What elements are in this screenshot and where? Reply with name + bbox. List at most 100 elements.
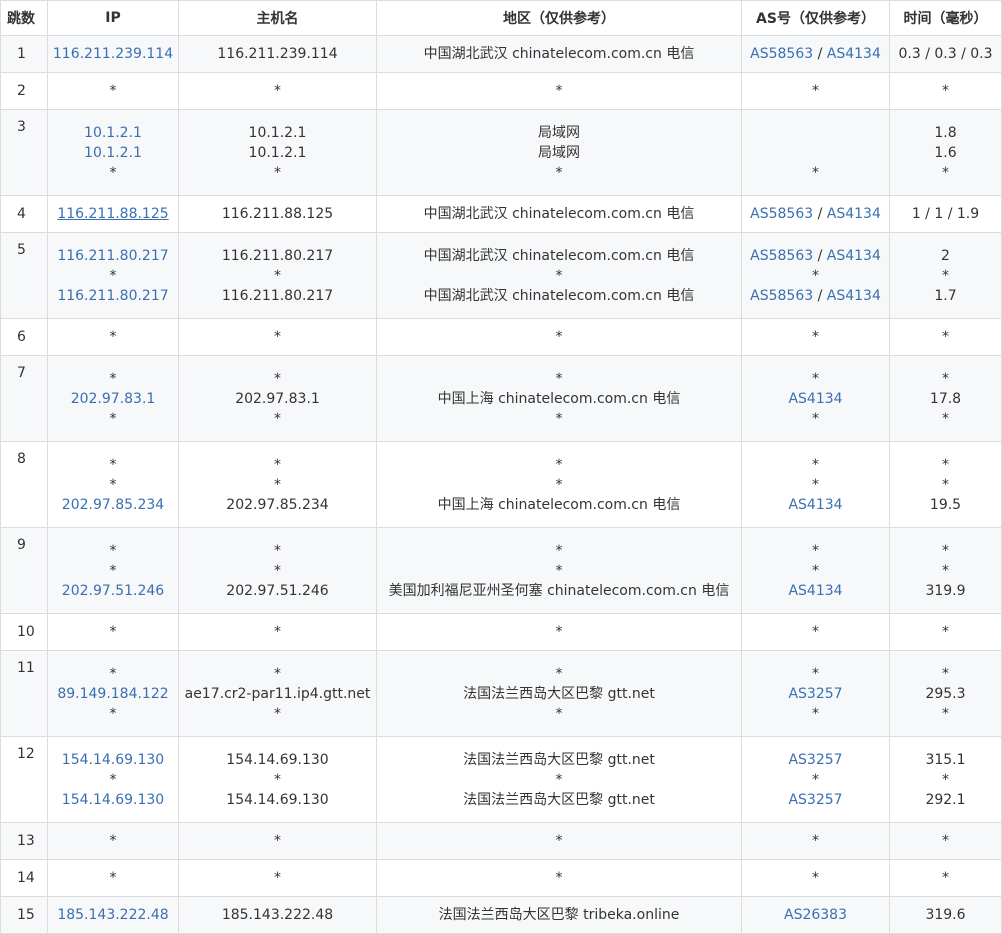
hostname-text: 154.14.69.130 [226,791,329,808]
as-link[interactable]: AS4134 [788,391,842,407]
ip-link[interactable]: 185.143.222.48 [48,905,178,925]
hop-number: 1 [0,35,48,73]
region-text: * [555,370,563,387]
hostname-text: 116.211.88.125 [221,206,334,222]
ip-link[interactable]: 202.97.85.234 [48,495,178,515]
hop-number: 5 [0,232,48,319]
region-text: * [555,542,563,559]
ip-link[interactable]: 10.1.2.1 [48,123,178,143]
time-text: 1.6 [934,144,957,161]
hop-number: 10 [0,613,48,651]
as-cell: * [741,318,890,356]
as-text: * [812,83,819,99]
as-link[interactable]: AS4134 [827,248,881,264]
ip-link: * [109,771,117,788]
ip-link[interactable]: 202.97.51.246 [48,581,178,601]
hop-number: 14 [0,859,48,897]
time-text: * [942,476,949,493]
region-text: * [555,456,563,473]
table-row: 11 * 89.149.184.122 * * ae17.cr2-par11.ip4.gt… [0,650,1002,737]
as-link[interactable]: AS26383 [784,907,847,923]
as-text: * [812,771,819,788]
header-hop: 跳数 [0,0,48,36]
region-text: * [555,705,563,722]
region-text: * [555,267,563,284]
hop-number: 11 [0,650,48,737]
hostname-cell: * [178,613,377,651]
ip-link[interactable]: 116.211.239.114 [48,44,178,64]
as-link[interactable]: AS4134 [827,206,881,222]
region-text: 法国法兰西岛大区巴黎 gtt.net [463,751,655,768]
time-cell: * [889,72,1002,110]
ip-link[interactable]: 116.211.80.217 [48,246,178,266]
ip-link[interactable]: 10.1.2.1 [48,143,178,163]
time-text: * [942,771,949,788]
as-link[interactable]: AS4134 [827,288,881,304]
ip-link[interactable]: 116.211.88.125 [48,204,178,224]
table-row: 13 * * * * * [0,822,1002,860]
ip-link[interactable]: 89.149.184.122 [48,684,178,704]
as-cell: * [741,72,890,110]
time-cell: * [889,318,1002,356]
ip-cell: 185.143.222.48 [47,896,179,934]
as-link[interactable]: AS3257 [788,752,842,768]
header-hostname: 主机名 [178,0,377,36]
region-text: 中国上海 chinatelecom.com.cn 电信 [437,496,681,513]
as-link[interactable]: AS58563 [750,46,813,62]
ip-link[interactable]: 154.14.69.130 [48,790,178,810]
hostname-text: 10.1.2.1 [248,144,307,161]
time-text: 1.7 [934,287,957,304]
as-link[interactable]: AS3257 [788,686,842,702]
as-line: AS4134 [742,581,889,601]
hostname-text: 202.97.85.234 [226,496,329,513]
region-text: 局域网 [538,144,580,161]
ip-link[interactable]: 116.211.80.217 [48,286,178,306]
region-text: * [555,562,563,579]
region-text: 美国加利福尼亚州圣何塞 chinatelecom.com.cn 电信 [388,582,730,599]
as-link[interactable]: AS58563 [750,248,813,264]
hop-number: 12 [0,736,48,823]
as-line: AS3257 [742,684,889,704]
ip-link: * [109,665,117,682]
hostname-text: 116.211.80.217 [221,287,334,304]
region-cell: 法国法兰西岛大区巴黎 gtt.net * 法国法兰西岛大区巴黎 gtt.net [376,736,742,823]
as-link[interactable]: AS58563 [750,288,813,304]
ip-cell: * 89.149.184.122 * [47,650,179,737]
hop-number: 4 [0,195,48,233]
time-text: 1 / 1 / 1.9 [911,206,980,222]
as-text: * [812,456,819,473]
hostname-cell: * * 202.97.85.234 [178,441,377,528]
ip-link: * [109,410,117,427]
time-text: 19.5 [929,496,962,513]
as-text: * [812,542,819,559]
hostname-text: 116.211.80.217 [221,247,334,264]
ip-link: * [109,267,117,284]
hostname-text: 202.97.83.1 [235,390,320,407]
hostname-text: ae17.cr2-par11.ip4.gtt.net [184,685,371,702]
as-link[interactable]: AS3257 [788,792,842,808]
table-row: 8 * * 202.97.85.234 * * 202.97.85.234 * * 中国上海 ch… [0,441,1002,528]
table-row: 10 * * * * * [0,613,1002,651]
as-link[interactable]: AS4134 [788,497,842,513]
as-text: * [812,410,819,427]
time-text: 319.9 [925,582,966,599]
region-text: 中国湖北武汉 chinatelecom.com.cn 电信 [423,206,695,222]
region-cell: * [376,613,742,651]
ip-link: * [109,329,117,345]
as-cell: * [741,109,890,196]
hostname-text: * [274,833,281,849]
ip-link[interactable]: 202.97.83.1 [48,389,178,409]
time-cell: * 295.3 * [889,650,1002,737]
time-text: 315.1 [925,751,966,768]
as-text: * [812,624,819,640]
region-text: 中国湖北武汉 chinatelecom.com.cn 电信 [423,247,695,264]
time-text: 17.8 [929,390,962,407]
as-cell: * [741,859,890,897]
as-link[interactable]: AS4134 [788,583,842,599]
as-cell: AS58563 / AS4134 * AS58563 / AS4134 [741,232,890,319]
ip-link[interactable]: 154.14.69.130 [48,750,178,770]
as-link[interactable]: AS58563 [750,206,813,222]
hop-number: 7 [0,355,48,442]
as-link[interactable]: AS4134 [827,46,881,62]
as-cell: * [741,822,890,860]
